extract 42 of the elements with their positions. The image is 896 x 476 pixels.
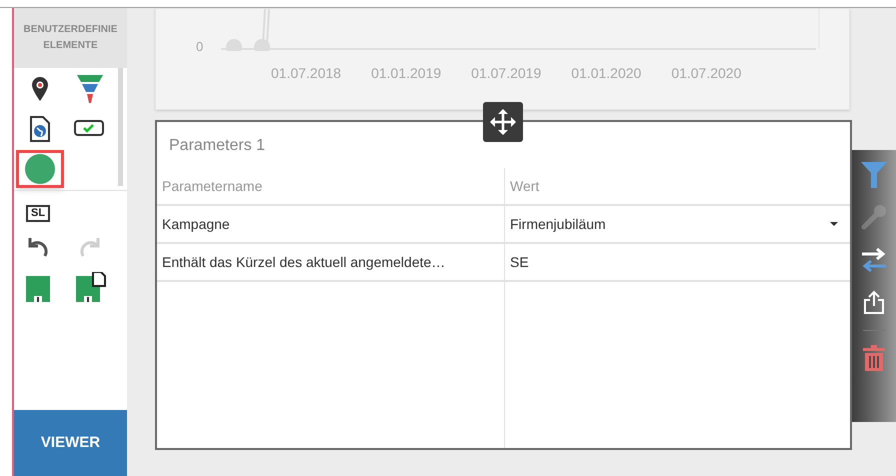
- filter-button[interactable]: [861, 162, 887, 188]
- redo-icon: [78, 236, 102, 258]
- sl-button[interactable]: SL: [26, 205, 50, 222]
- section-title: BENUTZERDEFINIE: [24, 25, 118, 35]
- trash-icon: [863, 345, 885, 371]
- section-title: ELEMENTE: [43, 41, 98, 51]
- delete-button[interactable]: [863, 330, 885, 371]
- x-axis-label: 01.01.2020: [571, 64, 642, 83]
- save-icon: [26, 276, 50, 302]
- y-axis-label: 0: [196, 38, 204, 56]
- map-pin-icon: [32, 77, 48, 101]
- column-header: Parametername: [157, 168, 505, 206]
- globe-document-icon: [30, 116, 50, 142]
- cell-value: Firmenjubiläum: [510, 214, 606, 234]
- wrench-icon: [861, 204, 887, 230]
- swap-arrows-icon: [860, 246, 888, 274]
- export-icon: [863, 290, 885, 314]
- move-handle[interactable]: [483, 102, 523, 142]
- x-axis-label: 01.07.2019: [471, 64, 542, 83]
- filter-icon: [861, 162, 887, 188]
- undo-button[interactable]: [26, 236, 50, 258]
- value-dropdown[interactable]: Firmenjubiläum: [505, 206, 850, 244]
- save-as-icon: [76, 272, 106, 302]
- checkbox-icon: [74, 120, 106, 138]
- move-icon: [490, 109, 516, 135]
- save-button[interactable]: [26, 276, 50, 302]
- caret-down-icon: [830, 222, 838, 226]
- funnel-icon: [77, 75, 103, 103]
- save-as-button[interactable]: [76, 272, 106, 302]
- table-cell: Kampagne: [157, 206, 505, 244]
- circle-icon: [24, 153, 56, 185]
- swap-button[interactable]: [860, 246, 888, 274]
- panel-title: Parameters 1: [168, 136, 266, 156]
- x-axis-label: 01.07.2020: [671, 64, 742, 83]
- export-button[interactable]: [863, 290, 885, 314]
- column-header: Wert: [505, 168, 850, 206]
- viewer-button[interactable]: VIEWER: [14, 410, 127, 476]
- undo-icon: [26, 236, 50, 258]
- x-axis-label: 01.07.2018: [271, 64, 342, 83]
- table-cell: Enthält das Kürzel des aktuell angemeldete…: [157, 244, 505, 282]
- x-axis-label: 01.01.2019: [371, 64, 442, 83]
- cell-value: SE: [510, 252, 529, 272]
